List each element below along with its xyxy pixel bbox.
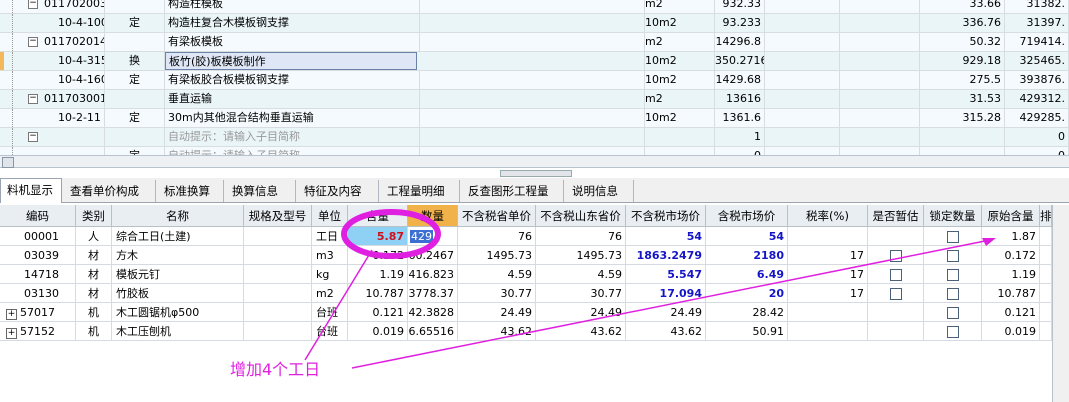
annotation-text: 增加4个工日 bbox=[230, 360, 321, 379]
highlight-ellipse bbox=[341, 209, 441, 259]
pointer-line bbox=[304, 249, 373, 361]
arrow-line bbox=[351, 239, 991, 369]
annotation-overlay bbox=[304, 209, 996, 369]
arrow-head-icon bbox=[982, 238, 996, 246]
